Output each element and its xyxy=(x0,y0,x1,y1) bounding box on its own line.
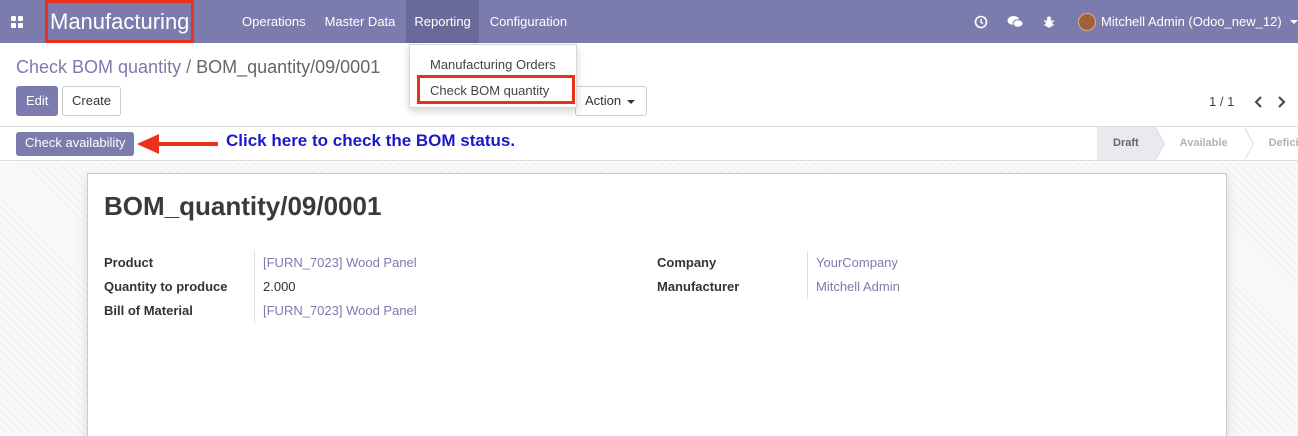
menu-item-label: Check BOM quantity xyxy=(430,83,550,98)
apps-icon[interactable] xyxy=(0,0,34,43)
pager-arrows xyxy=(1248,94,1292,110)
field-value-quantity: 2.000 xyxy=(263,279,296,294)
field-value-company[interactable]: YourCompany xyxy=(816,255,898,270)
menu-operations[interactable]: Operations xyxy=(234,0,314,43)
arrow-left-icon xyxy=(135,133,219,158)
chevron-down-icon xyxy=(1289,19,1298,24)
systray xyxy=(970,0,1072,43)
avatar xyxy=(1078,12,1096,31)
bug-icon[interactable] xyxy=(1038,0,1060,43)
main-menu: Operations Master Data Reporting Configu… xyxy=(234,0,578,43)
status-bar: Check availability Click here to check t… xyxy=(0,126,1298,161)
clock-icon[interactable] xyxy=(970,0,992,43)
action-button[interactable]: Action xyxy=(575,86,647,116)
reporting-dropdown: Manufacturing Orders Check BOM quantity xyxy=(409,44,577,108)
form-content: BOM_quantity/09/0001 Product [FURN_7023]… xyxy=(0,162,1298,436)
field-value-bom[interactable]: [FURN_7023] Wood Panel xyxy=(263,303,417,318)
pager-value[interactable]: 1 / 1 xyxy=(1209,94,1234,109)
stage-label: Deficient xyxy=(1268,137,1298,149)
annotation-text: Click here to check the BOM status. xyxy=(226,131,516,150)
menu-item-check-bom-quantity[interactable]: Check BOM quantity xyxy=(417,75,575,104)
chat-icon[interactable] xyxy=(1004,0,1026,43)
record-title: BOM_quantity/09/0001 xyxy=(104,191,382,221)
field-label-manufacturer: Manufacturer xyxy=(657,279,740,294)
menu-configuration[interactable]: Configuration xyxy=(482,0,575,43)
action-label: Action xyxy=(585,93,622,108)
app-name[interactable]: Manufacturing xyxy=(45,0,194,43)
chevron-left-icon[interactable] xyxy=(1248,94,1270,110)
create-button[interactable]: Create xyxy=(62,86,122,116)
chevron-down-icon xyxy=(627,99,636,104)
chevron-right-icon[interactable] xyxy=(1270,94,1292,110)
status-stages: Draft Available Deficient xyxy=(1097,127,1298,160)
top-navbar: Manufacturing Operations Master Data Rep… xyxy=(0,0,1298,43)
field-label-quantity: Quantity to produce xyxy=(104,279,228,294)
divider xyxy=(807,251,808,299)
user-menu[interactable]: Mitchell Admin (Odoo_new_12) xyxy=(1078,0,1298,43)
breadcrumb-current: BOM_quantity/09/0001 xyxy=(196,57,381,77)
user-name: Mitchell Admin (Odoo_new_12) xyxy=(1101,14,1282,29)
check-availability-button[interactable]: Check availability xyxy=(16,132,135,156)
field-value-manufacturer[interactable]: Mitchell Admin xyxy=(816,279,900,294)
breadcrumb-parent[interactable]: Check BOM quantity xyxy=(16,57,181,77)
edit-button[interactable]: Edit xyxy=(16,86,59,116)
stage-draft[interactable]: Draft xyxy=(1097,127,1165,160)
breadcrumb: Check BOM quantity / BOM_quantity/09/0001 xyxy=(16,57,380,78)
menu-item-manufacturing-orders[interactable]: Manufacturing Orders xyxy=(430,57,556,72)
stage-available[interactable]: Available xyxy=(1155,127,1254,160)
stage-label: Available xyxy=(1179,137,1228,149)
field-label-company: Company xyxy=(657,255,717,270)
field-label-product: Product xyxy=(104,255,154,270)
field-value-product[interactable]: [FURN_7023] Wood Panel xyxy=(263,255,417,270)
breadcrumb-separator: / xyxy=(186,57,192,77)
menu-master-data[interactable]: Master Data xyxy=(317,0,404,43)
divider xyxy=(254,251,255,323)
menu-reporting[interactable]: Reporting xyxy=(406,0,479,43)
field-label-bom: Bill of Material xyxy=(104,303,193,318)
stage-label: Draft xyxy=(1113,137,1139,149)
form-sheet: BOM_quantity/09/0001 Product [FURN_7023]… xyxy=(87,173,1227,436)
